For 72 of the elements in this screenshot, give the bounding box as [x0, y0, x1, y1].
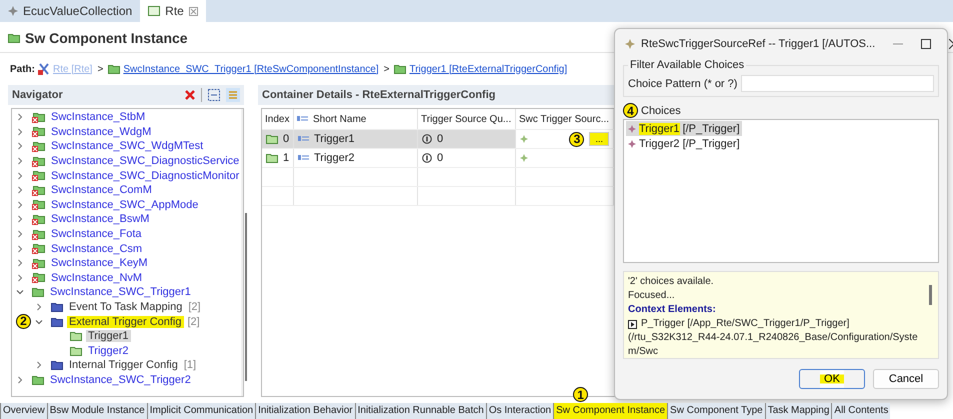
- tree-item[interactable]: SwcInstance_KeyM: [49, 257, 150, 270]
- item-count: [1]: [184, 359, 196, 372]
- page-tab[interactable]: All Contents: [831, 403, 890, 419]
- tree-item[interactable]: SwcInstance_SWC_Trigger1: [48, 286, 193, 298]
- dialog-button[interactable]: Cancel: [873, 369, 939, 389]
- column-header[interactable]: Trigger Source Qu...: [418, 109, 516, 129]
- browse-button[interactable]: ...: [589, 132, 609, 146]
- annotation-marker: 3: [569, 132, 584, 146]
- info-text: (/rtu_S32K312_R44-24.07.1_R240826_Base/Configuration/System/Swc: [628, 331, 919, 359]
- editor-tab[interactable]: Rte: [140, 0, 206, 22]
- column-header[interactable]: Short Name: [294, 109, 418, 129]
- tree-item[interactable]: Internal Trigger Config: [67, 359, 180, 372]
- dialog-button[interactable]: OK: [799, 369, 865, 389]
- panel-title: Navigator: [12, 89, 63, 101]
- info-text: P_Trigger [/App_Rte/SWC_Trigger1/P_Trigger]: [641, 317, 850, 331]
- page-tab[interactable]: Implicit Communication: [146, 403, 256, 419]
- tree-item[interactable]: SwcInstance_Csm: [49, 242, 144, 255]
- tree-item[interactable]: SwcInstance_SWC_WdgMTest: [49, 140, 206, 152]
- table-cell: 1: [283, 152, 290, 164]
- page-tab[interactable]: Sw Component Instance: [553, 403, 668, 419]
- page-tab[interactable]: Initialization Behavior: [255, 403, 355, 419]
- page-tab[interactable]: Task Mapping: [764, 403, 832, 419]
- path-label: Path:: [10, 64, 35, 74]
- annotation-marker: 1: [573, 387, 588, 402]
- tab-label: Rte: [165, 4, 184, 18]
- table-cell: 0: [283, 133, 290, 145]
- choice-path: [/P_Trigger]: [682, 138, 740, 150]
- tree-item[interactable]: Trigger1: [86, 330, 131, 342]
- table-cell: Trigger1: [314, 133, 355, 145]
- page-title: Sw Component Instance: [25, 30, 188, 46]
- editor-tab[interactable]: EcucValueCollection: [0, 0, 140, 22]
- field-label: Choice Pattern (* or ?): [628, 78, 738, 90]
- breadcrumb-link[interactable]: Trigger1 [RteExternalTriggerConfig]: [409, 64, 568, 74]
- list-item[interactable]: Trigger1 [/P_Trigger]: [626, 121, 742, 136]
- tree-item[interactable]: SwcInstance_SWC_Trigger2: [48, 374, 193, 386]
- tree-item[interactable]: SwcInstance_Fota: [49, 228, 144, 240]
- dialog-title: RteSwcTriggerSourceRef -- Trigger1 [/AUTOS...: [641, 38, 876, 50]
- breadcrumb-link[interactable]: SwcInstance_SWC_Trigger1 [RteSwComponentInstance]: [123, 64, 379, 74]
- tree-item[interactable]: SwcInstance_WdgM: [49, 126, 154, 138]
- tree-item[interactable]: Trigger2: [86, 344, 131, 357]
- info-text: '2' choices availale.: [628, 275, 715, 289]
- choice-name: Trigger2: [639, 138, 680, 150]
- annotation-marker: 4: [623, 103, 638, 118]
- tab-label: EcucValueCollection: [23, 4, 132, 18]
- tree-item[interactable]: SwcInstance_SWC_DiagnosticMonitor: [49, 170, 242, 182]
- tree-item[interactable]: SwcInstance_SWC_DiagnosticService: [49, 155, 242, 168]
- column-header[interactable]: Index: [262, 109, 294, 129]
- page-tab[interactable]: Sw Component Type: [667, 403, 765, 419]
- panel-title: Container Details - RteExternalTriggerConfig: [262, 89, 496, 101]
- table-cell: Trigger2: [314, 152, 355, 164]
- info-heading: Context Elements:: [628, 303, 717, 317]
- tree-item[interactable]: SwcInstance_NvM: [49, 272, 144, 284]
- page-tab[interactable]: Overview: [0, 403, 47, 419]
- path-separator: >: [97, 64, 104, 74]
- group-label: Filter Available Choices: [628, 59, 746, 71]
- tree-item[interactable]: External Trigger Config: [67, 316, 184, 328]
- tree-item[interactable]: SwcInstance_SWC_AppMode: [49, 198, 200, 211]
- table-cell: 0: [437, 133, 444, 145]
- path-separator: >: [384, 64, 390, 74]
- item-count: [2]: [188, 301, 201, 314]
- tree-item[interactable]: SwcInstance_BswM: [49, 213, 152, 226]
- item-count: [2]: [188, 316, 200, 328]
- tree-item[interactable]: SwcInstance_StbM: [49, 111, 148, 124]
- page-tab[interactable]: Initialization Runnable Batch: [354, 403, 486, 419]
- list-label: Choices: [641, 104, 681, 116]
- page-tab[interactable]: Bsw Module Instance: [46, 403, 147, 419]
- table-cell: 0: [437, 152, 444, 164]
- tree-item[interactable]: Event To Task Mapping: [67, 301, 184, 314]
- choice-name: Trigger1: [639, 122, 680, 134]
- annotation-marker: 2: [16, 314, 31, 329]
- tree-item[interactable]: SwcInstance_ComM: [49, 184, 154, 196]
- info-text: Focused...: [628, 289, 676, 303]
